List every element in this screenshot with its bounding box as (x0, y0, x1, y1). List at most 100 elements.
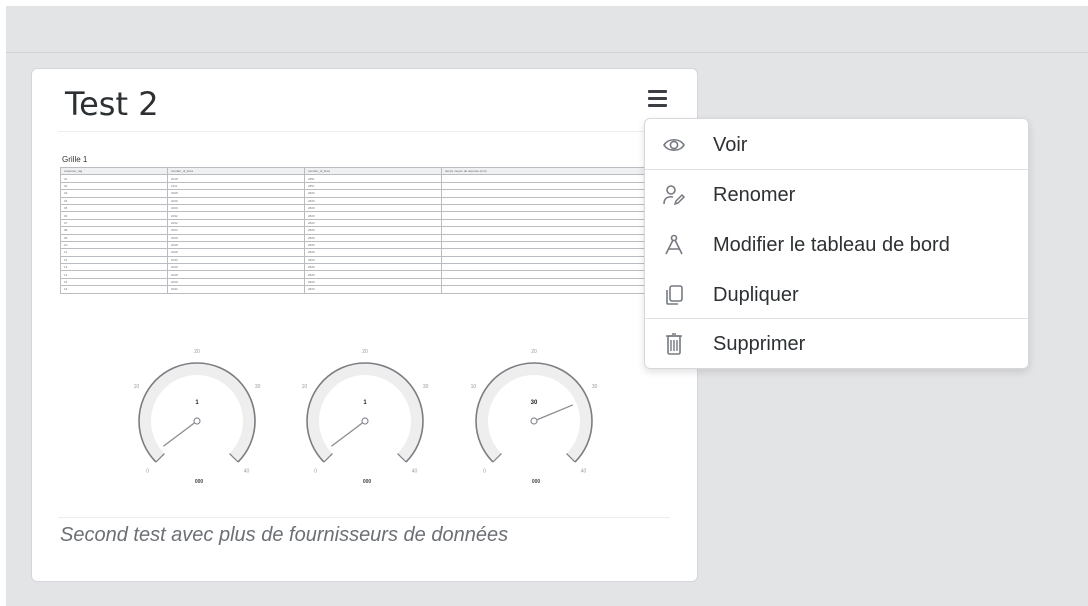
table-row: 10 2028 2826 (60, 240, 650, 250)
menu-item-label: Dupliquer (713, 283, 799, 306)
gauge-tick-label: 20 (531, 349, 537, 355)
table-cell (441, 189, 650, 198)
menu-item-renomer[interactable]: Renomer (645, 170, 1028, 220)
grid-header: number_of_lines (304, 166, 442, 176)
menu-item-modifier[interactable]: Modifier le tableau de bord (645, 220, 1028, 270)
gauge-track (307, 363, 423, 463)
gauge-row: 0102030401000010203040100001020304030000 (134, 349, 598, 485)
table-cell (441, 226, 650, 235)
gauge-tick-label: 10 (302, 384, 308, 390)
table-cell: 09 (60, 233, 168, 242)
table-cell: 2829 (304, 196, 442, 205)
table-cell: 2111 (167, 181, 305, 191)
table-cell (441, 233, 650, 242)
table-cell: 04 (60, 196, 168, 205)
gauge-pivot (361, 417, 369, 425)
table-cell (441, 196, 650, 205)
table-row: 09 2029 2829 (60, 233, 650, 242)
gauge-bottom-label: 000 (195, 479, 204, 485)
table-cell: 2829 (304, 203, 442, 213)
table-cell: 2829 (304, 226, 442, 235)
table-cell: 2029 (167, 203, 305, 213)
dashboard-card[interactable]: Test 2 Grille 1 customer_tag number_of_l… (31, 68, 698, 582)
table-cell: 2018 (167, 174, 305, 183)
user-edit-icon (663, 185, 686, 206)
table-cell (441, 263, 650, 272)
gauge-tick-label: 0 (314, 468, 317, 474)
table-cell: 2857 (304, 181, 442, 191)
table-cell (441, 181, 650, 191)
table-cell: 2032 (167, 211, 305, 220)
dashboard-title: Test 2 (65, 85, 159, 123)
gauge-pivot (193, 417, 201, 425)
table-cell: 2823 (304, 211, 442, 220)
gauge: 0 10 20 30 40 1 000 (134, 349, 261, 485)
table-cell: 11 (60, 248, 168, 257)
gauge-needle (331, 420, 366, 447)
table-row: 15 2029 2829 (60, 277, 650, 287)
table-cell: 16 (60, 285, 168, 294)
menu-item-dupliquer[interactable]: Dupliquer (645, 270, 1028, 320)
hamburger-icon[interactable] (647, 90, 669, 112)
gauge-needle (533, 404, 574, 422)
table-cell: 10 (60, 240, 168, 250)
table-cell: 13 (60, 263, 168, 272)
table-cell (441, 174, 650, 183)
table-cell (441, 240, 650, 250)
gauge-bottom-label: 000 (532, 479, 541, 485)
gauge-tick-label: 10 (471, 384, 477, 390)
table-cell: 2826 (304, 270, 442, 279)
menu-item-label: Renomer (713, 183, 796, 206)
menu-item-voir[interactable]: Voir (645, 120, 1028, 170)
table-row: 16 2032 2823 (60, 285, 650, 294)
gauge-tick-label: 0 (146, 468, 149, 474)
table-cell (441, 270, 650, 279)
gauge-tick-label: 40 (244, 468, 250, 474)
copy-icon (666, 285, 683, 305)
gauge-tick-label: 10 (134, 384, 140, 390)
table-row: 07 2022 2823 (60, 218, 650, 228)
table-cell: 2028 (167, 240, 305, 250)
gauge-bottom-label: 000 (363, 479, 372, 485)
table-row: 05 2029 2829 (60, 203, 650, 213)
gauge: 0 10 20 30 40 1 000 (302, 349, 429, 485)
menu-item-label: Voir (713, 133, 748, 156)
table-cell: 05 (60, 203, 168, 213)
table-cell: 07 (60, 218, 168, 228)
table-cell: 2029 (167, 233, 305, 242)
table-cell (441, 218, 650, 228)
table-cell: 2022 (167, 226, 305, 235)
table-row: 14 2028 2826 (60, 270, 650, 279)
table-cell: 15 (60, 277, 168, 287)
table-cell (441, 203, 650, 213)
grid-header: temps moyen de réponse (min) (441, 166, 650, 176)
table-cell: 2028 (167, 248, 305, 257)
table-cell: 2826 (304, 248, 442, 257)
gauge-track (476, 363, 592, 463)
table-cell: 2823 (304, 218, 442, 228)
gauge-value-label: 30 (531, 400, 538, 406)
table-cell: 2829 (304, 277, 442, 287)
table-cell: 01 (60, 174, 168, 183)
table-row: 03 2008 2826 (60, 189, 650, 198)
table-row: 01 2018 2851 (60, 174, 650, 183)
gauge-tick-label: 20 (194, 349, 200, 355)
table-row: 08 2022 2829 (60, 226, 650, 235)
table-cell (441, 255, 650, 265)
table-cell: 2823 (304, 285, 442, 294)
table-row: 02 2111 2857 (60, 181, 650, 191)
gauge-tick-label: 30 (255, 384, 261, 390)
menu-item-supprimer[interactable]: Supprimer (645, 319, 1028, 369)
dashboard-actions-menu: Voir Renomer Modifier le tableau de bord… (644, 118, 1029, 369)
table-cell: 2028 (167, 270, 305, 279)
gauge-tick-label: 30 (423, 384, 429, 390)
grid-header: customer_tag (60, 166, 168, 176)
table-row: 04 2029 2829 (60, 196, 650, 205)
table-cell: 2029 (167, 196, 305, 205)
table-row: 12 2032 2823 (60, 255, 650, 265)
table-cell: 2851 (304, 174, 442, 183)
gauge: 0 10 20 30 40 30 000 (471, 349, 598, 485)
gauge-tick-label: 0 (483, 468, 486, 474)
header-divider (6, 52, 1088, 53)
trash-icon (666, 333, 682, 355)
